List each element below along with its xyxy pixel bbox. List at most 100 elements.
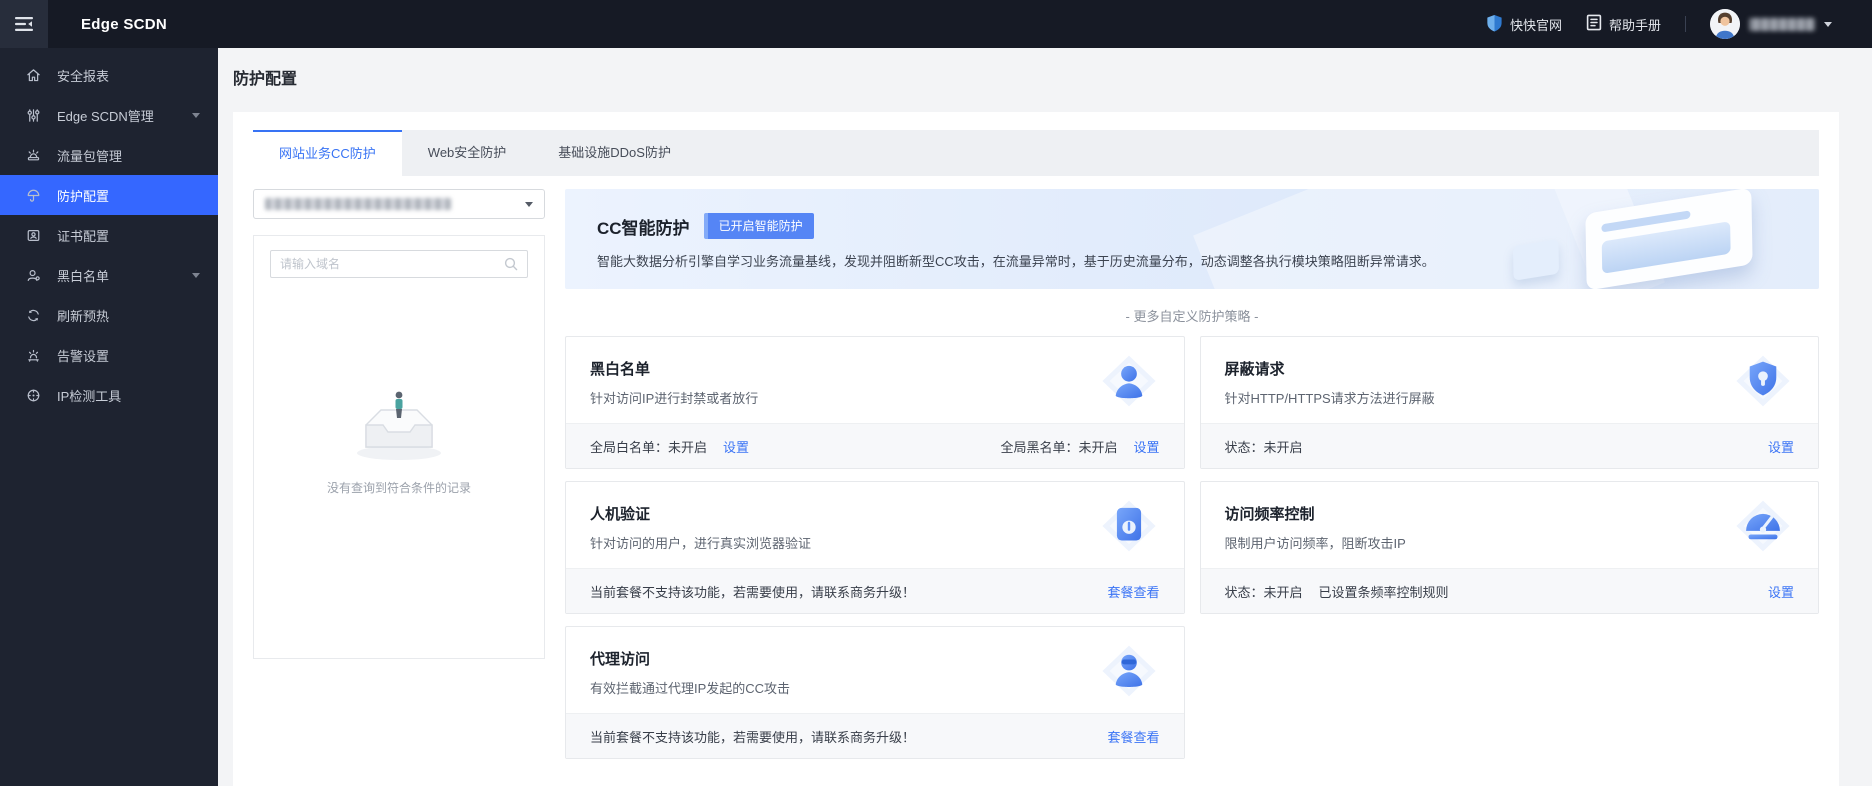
card-footer-text: 状态：未开启 (1224, 439, 1303, 455)
card-title: 人机验证 (590, 506, 651, 523)
shield-icon (1486, 14, 1503, 35)
sidebar-nav: 安全报表 Edge SCDN管理 流量包管理防护配置证书配置黑白名单刷新预热告警设置… (0, 55, 218, 415)
banner-description: 智能大数据分析引擎自学习业务流量基线，发现并阻断新型CC攻击，在流量异常时，基于… (597, 254, 1435, 269)
card-footer-left: 当前套餐不支持该功能，若需要使用，请联系商务升级！ (590, 727, 915, 746)
app-window: Edge SCDN 快快官网 帮助手册 安全报表 Edge SCDN管理 流量包… (0, 0, 1872, 786)
card-body: 屏蔽请求 针对HTTP/HTTPS请求方法进行屏蔽 (1201, 337, 1819, 423)
domain-search-input[interactable] (280, 257, 504, 271)
smart-protect-status-badge: 已开启智能防护 (703, 213, 814, 239)
protection-card: 代理访问 有效拦截通过代理IP发起的CC攻击 当前套餐不支持该功能，若需要使用，请… (565, 626, 1185, 759)
card-footer-text: 当前套餐不支持该功能，若需要使用，请联系商务升级！ (590, 729, 916, 745)
card-footer-left: 状态：未开启 已设置条频率控制规则 (1225, 582, 1449, 601)
certificate-icon (25, 227, 41, 243)
card-footer-right: 设置 (1768, 437, 1794, 456)
manual-icon (1586, 14, 1602, 34)
card-footer-link[interactable]: 设置 (1768, 582, 1794, 601)
sliders-icon (25, 107, 41, 123)
card-description: 针对访问的用户，进行真实浏览器验证 (590, 536, 812, 551)
user-icon (25, 267, 41, 283)
hamburger-collapse-icon (15, 17, 33, 31)
umbrella-icon (25, 187, 41, 203)
card-body: 人机验证针对访问的用户，进行真实浏览器验证 (566, 482, 1184, 568)
sidebar-item-traffic[interactable]: 流量包管理 (0, 135, 218, 175)
protection-column: CC智能防护 已开启智能防护 智能大数据分析引擎自学习业务流量基线，发现并阻断新… (565, 189, 1819, 759)
expand-caret-icon (192, 273, 200, 278)
cc-smart-protect-banner: CC智能防护 已开启智能防护 智能大数据分析引擎自学习业务流量基线，发现并阻断新… (565, 189, 1819, 289)
card-footer-link[interactable]: 设置 (723, 437, 749, 456)
tab-1[interactable]: Web安全防护 (402, 130, 533, 176)
sidebar-item-ip-detect[interactable]: IP检测工具 (0, 375, 218, 415)
card-footer-link[interactable]: 设置 (1133, 437, 1159, 456)
sidebar-item-home[interactable]: 安全报表 (0, 55, 218, 95)
card-footer-text: 全局黑名单：未开启 (1000, 439, 1118, 455)
sidebar-item-label: 黑白名单 (57, 268, 110, 284)
home-icon (25, 67, 41, 83)
help-manual-label: 帮助手册 (1608, 17, 1661, 33)
protection-card: 访问频率控制 限制用户访问频率，阻断攻击IP 状态：未开启 已设置条频率控制规则 设置 (1199, 481, 1819, 614)
tab-2[interactable]: 基础设施DDoS防护 (532, 130, 697, 176)
content-body: 没有查询到符合条件的记录 CC智能防护 已开启智能防护 (253, 176, 1819, 759)
card-title: 屏蔽请求 (1224, 361, 1285, 378)
card-footer-text: 已设置条频率控制规则 (1318, 584, 1449, 600)
more-strategies-title: - 更多自定义防护策略 - (1125, 309, 1259, 324)
user-menu[interactable] (1710, 9, 1832, 39)
card-footer: 状态：未开启 已设置条频率控制规则 设置 (1200, 568, 1818, 613)
domain-column: 没有查询到符合条件的记录 (253, 189, 545, 759)
tab-bar: 网站业务CC防护 Web安全防护 基础设施DDoS防护 (253, 130, 1819, 176)
sidebar-item-umbrella[interactable]: 防护配置 (0, 175, 218, 215)
empty-state: 没有查询到符合条件的记录 (270, 278, 528, 658)
card-footer: 状态：未开启 设置 (1200, 423, 1818, 468)
search-icon[interactable] (504, 257, 518, 271)
sidebar-item-label: 安全报表 (57, 68, 110, 84)
user-menu-caret-icon (1824, 21, 1832, 27)
card-footer-left: 状态：未开启 (1225, 437, 1303, 456)
expand-caret-icon (192, 113, 200, 118)
sidebar-item-refresh[interactable]: 刷新预热 (0, 295, 218, 335)
tab-0[interactable]: 网站业务CC防护 (253, 130, 402, 176)
topbar: Edge SCDN 快快官网 帮助手册 (0, 0, 1872, 48)
ip-detect-icon (25, 387, 41, 403)
official-site-link[interactable]: 快快官网 (1486, 14, 1562, 35)
sidebar-item-certificate[interactable]: 证书配置 (0, 215, 218, 255)
alarm-icon (25, 347, 41, 363)
card-footer-right: 套餐查看 (1107, 727, 1159, 746)
official-site-label: 快快官网 (1509, 17, 1562, 33)
card-footer-right: 设置 (1768, 582, 1794, 601)
refresh-icon (25, 307, 41, 323)
traffic-icon (25, 147, 41, 163)
select-caret-icon (525, 201, 533, 207)
card-body: 黑白名单 针对访问IP进行封禁或者放行 (566, 337, 1184, 423)
main-area: 防护配置 网站业务CC防护 Web安全防护 基础设施DDoS防护 请输入域名 没… (218, 48, 1872, 786)
help-manual-link[interactable]: 帮助手册 (1586, 14, 1661, 34)
card-body: 访问频率控制 限制用户访问频率，阻断攻击IP (1201, 482, 1819, 568)
sidebar-item-label: IP检测工具 (57, 388, 122, 404)
sidebar-item-sliders[interactable]: Edge SCDN管理 (0, 95, 218, 135)
domain-group-select[interactable] (253, 189, 545, 219)
card-footer-link[interactable]: 套餐查看 (1107, 582, 1159, 601)
sidebar-item-label: 告警设置 (57, 348, 110, 364)
shield-icon (1734, 352, 1792, 410)
proxy-person-icon (1100, 642, 1158, 700)
sidebar-collapse-button[interactable] (0, 0, 48, 48)
card-footer: 当前套餐不支持该功能，若需要使用，请联系商务升级！ 套餐查看 (566, 713, 1184, 758)
card-description: 限制用户访问频率，阻断攻击IP (1224, 536, 1406, 551)
card-description: 有效拦截通过代理IP发起的CC攻击 (590, 681, 791, 696)
card-footer-link[interactable]: 套餐查看 (1107, 727, 1159, 746)
card-footer-link[interactable]: 设置 (1768, 437, 1794, 456)
banner-title: CC智能防护 (597, 218, 690, 238)
content-panel: 网站业务CC防护 Web安全防护 基础设施DDoS防护 请输入域名 没有查询到符… (233, 112, 1839, 786)
sidebar-item-label: 防护配置 (57, 188, 110, 204)
gauge-icon (1734, 497, 1792, 555)
sidebar-item-alarm[interactable]: 告警设置 (0, 335, 218, 375)
protection-card: 屏蔽请求 针对HTTP/HTTPS请求方法进行屏蔽 状态：未开启 设置 (1199, 336, 1819, 469)
domain-group-value-masked (265, 198, 451, 210)
card-footer-text: 全局白名单：未开启 (590, 439, 708, 455)
card-footer-left: 全局白名单：未开启 设置 (590, 437, 749, 456)
verify-icon (1100, 497, 1158, 555)
domain-search (270, 250, 528, 278)
protection-cards-grid: 黑白名单 针对访问IP进行封禁或者放行 全局白名单：未开启 设置 全局黑名单：未开启设… (565, 336, 1819, 759)
banner-header: CC智能防护 已开启智能防护 (597, 213, 1819, 239)
card-body: 代理访问 有效拦截通过代理IP发起的CC攻击 (566, 627, 1184, 713)
sidebar-item-user[interactable]: 黑白名单 (0, 255, 218, 295)
page-title: 防护配置 (233, 71, 298, 88)
